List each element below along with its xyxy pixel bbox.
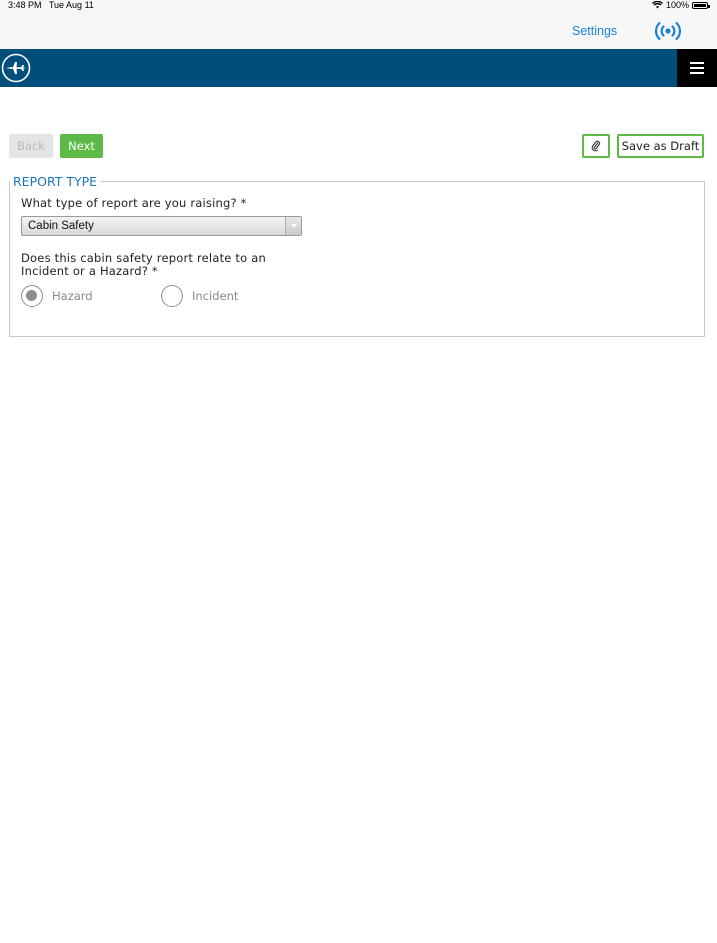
hazard-radio-option[interactable]: Hazard (21, 285, 93, 307)
report-type-selected-value: Cabin Safety (28, 220, 94, 232)
hazard-radio-button[interactable] (21, 285, 43, 307)
airplane-logo-icon[interactable] (1, 53, 31, 83)
top-nav: Settings (0, 12, 717, 49)
menu-bar-icon (690, 72, 704, 74)
status-bar: 3:48 PM Tue Aug 11 100% (0, 0, 717, 12)
next-button[interactable]: Next (60, 134, 103, 158)
status-time: 3:48 PM Tue Aug 11 (8, 0, 94, 10)
attach-button[interactable] (582, 134, 610, 158)
incident-radio-option[interactable]: Incident (161, 285, 238, 307)
report-type-question: What type of report are you raising? * (21, 196, 247, 210)
hazard-radio-label: Hazard (52, 289, 93, 303)
report-type-select[interactable]: Cabin Safety (21, 216, 302, 236)
back-button[interactable]: Back (9, 134, 53, 158)
menu-bar-icon (690, 62, 704, 64)
incident-hazard-question: Does this cabin safety report relate to … (21, 251, 266, 278)
status-date-text: Tue Aug 11 (48, 0, 94, 10)
battery-percent: 100% (665, 0, 689, 10)
section-title: REPORT TYPE (10, 174, 101, 189)
app-header (0, 49, 717, 87)
save-as-draft-button[interactable]: Save as Draft (617, 134, 704, 158)
broadcast-icon[interactable] (653, 20, 683, 42)
paperclip-icon (591, 140, 601, 152)
wifi-icon (651, 1, 663, 9)
dropdown-arrow-icon (285, 217, 301, 235)
incident-radio-button[interactable] (161, 285, 183, 307)
status-time-text: 3:48 PM (8, 0, 42, 10)
settings-link[interactable]: Settings (572, 24, 617, 38)
incident-radio-label: Incident (192, 289, 239, 303)
battery-icon (692, 1, 710, 9)
hamburger-menu-button[interactable] (677, 49, 717, 87)
menu-bar-icon (690, 67, 704, 69)
status-right: 100% (651, 0, 710, 10)
